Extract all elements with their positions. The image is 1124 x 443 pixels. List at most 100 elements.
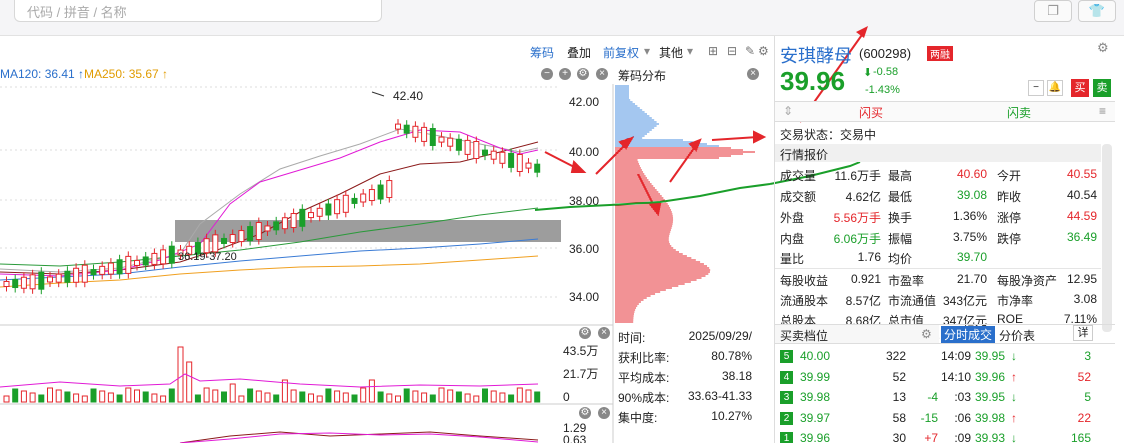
ma5-line	[0, 129, 539, 277]
volume-bar	[20, 390, 27, 403]
macd-close-icon[interactable]: ×	[598, 407, 610, 419]
divider	[775, 268, 1101, 269]
tick-price: 39.95	[975, 349, 1006, 363]
candle-body	[368, 189, 375, 202]
candle-body	[273, 221, 280, 231]
fund-label: 每股净资产	[997, 274, 1058, 288]
minimize-icon[interactable]: −	[541, 68, 553, 80]
stat-label: 获利比率:	[618, 351, 670, 365]
candle-body	[47, 276, 53, 283]
scrollbar[interactable]	[1102, 144, 1112, 332]
volume-bar	[421, 392, 428, 403]
settings-icon[interactable]: ⚙	[577, 68, 589, 80]
volume-bar	[38, 394, 45, 403]
flash-sell-button[interactable]: 闪卖	[1007, 104, 1031, 121]
candle-body	[429, 128, 436, 146]
expand-icon[interactable]: ⇕	[783, 104, 793, 118]
volume-bar	[508, 394, 515, 403]
volume-bar	[455, 391, 462, 403]
macd-settings-icon[interactable]: ⚙	[579, 407, 591, 419]
high-marker-pointer	[371, 91, 385, 97]
tick-volume: 5	[1084, 390, 1091, 404]
quote-label: 振幅	[888, 232, 913, 246]
grid-icon[interactable]: ⊞	[708, 44, 718, 58]
down-arrow-icon: ⬇	[863, 67, 873, 79]
orderbook-row[interactable]: 2 39.97 58 -15	[780, 411, 938, 429]
other-chevron-icon[interactable]: ▾	[687, 44, 693, 58]
quote-label: 内盘	[780, 232, 805, 246]
candle-body	[125, 255, 132, 274]
menu-icon[interactable]: ≡	[1099, 104, 1106, 118]
tick-price: 39.96	[975, 369, 1006, 384]
candle-body	[151, 252, 158, 265]
shirt-icon[interactable]: 👕	[1078, 0, 1116, 22]
orderbook-row[interactable]: 5 40.00 322	[780, 349, 938, 367]
orderbook-row[interactable]: 4 39.99 52	[780, 370, 938, 388]
candle-body	[99, 265, 106, 275]
search-input[interactable]: 代码 / 拼音 / 名称	[14, 0, 382, 22]
fund-label: 市盈率	[888, 274, 925, 288]
orderbook-settings-icon[interactable]: ⚙	[921, 327, 932, 341]
candle-body	[490, 150, 497, 160]
candle-body	[142, 256, 149, 266]
volume-bar	[386, 393, 393, 403]
top-bar: 代码 / 拼音 / 名称 ❐ 👕	[0, 0, 1124, 36]
candle-body	[238, 230, 245, 243]
signal-line	[179, 432, 539, 443]
other-menu[interactable]: 其他	[659, 44, 683, 61]
candle-body	[255, 222, 262, 241]
candle-body	[168, 245, 175, 264]
overlay-menu[interactable]: 叠加	[567, 44, 591, 61]
vol-settings-icon[interactable]: ⚙	[579, 327, 591, 339]
candle-body	[81, 264, 88, 283]
ma20-line	[0, 141, 539, 275]
flash-buy-button[interactable]: 闪买	[859, 104, 883, 121]
orderbook-level: 4	[780, 370, 793, 384]
layout-icon[interactable]: ⊟	[727, 44, 737, 58]
orderbook-row[interactable]: 3 39.98 13 -4	[780, 390, 938, 408]
tick-time: 14:10	[941, 369, 972, 384]
down-arrow-icon: ↓	[1011, 431, 1017, 443]
chip-close-icon[interactable]: ×	[747, 68, 759, 80]
panel-settings-icon[interactable]: ⚙	[1097, 40, 1109, 56]
vol-close-icon[interactable]: ×	[598, 327, 610, 339]
tab-time-trades[interactable]: 分时成交	[941, 326, 996, 343]
window-icon[interactable]: ❐	[1034, 0, 1072, 22]
quote-value: 1.76	[857, 250, 881, 264]
buy-button[interactable]: 买	[1071, 79, 1089, 97]
orderbook-change: +7	[924, 431, 938, 443]
candle-body	[508, 152, 515, 168]
tab-price-table[interactable]: 分价表	[999, 327, 1035, 344]
down-arrow-icon: ↓	[1011, 390, 1017, 404]
chart-toolbar: 筹码 叠加 前复权 ▾ 其他 ▾ ⊞ ⊟ ✎ ⚙	[0, 40, 769, 64]
volume-bar	[534, 391, 541, 403]
candle-body	[525, 162, 532, 169]
chip-panel-title: 筹码分布	[618, 69, 667, 83]
candle-body	[395, 123, 401, 130]
chips-toggle[interactable]: 筹码	[530, 44, 554, 61]
candle-body	[377, 184, 384, 200]
detail-button[interactable]: 详	[1073, 325, 1093, 341]
add-icon[interactable]: +	[559, 68, 571, 80]
minus-icon[interactable]: −	[1028, 80, 1044, 96]
quote-value: 40.55	[1066, 167, 1097, 181]
orderbook-row[interactable]: 1 39.96 30 +7	[780, 431, 938, 443]
candle-body	[229, 234, 236, 244]
quote-label: 外盘	[780, 211, 805, 225]
candle-body	[351, 197, 358, 204]
flash-bar	[775, 101, 1115, 122]
adjust-menu[interactable]: 前复权	[603, 44, 639, 61]
orderbook-price: 39.99	[800, 369, 831, 384]
orderbook-volume: 30	[892, 431, 906, 443]
candle-body	[3, 281, 10, 287]
draw-icon[interactable]: ✎	[745, 44, 755, 58]
adjust-chevron-icon[interactable]: ▾	[644, 44, 650, 58]
sell-button[interactable]: 卖	[1093, 79, 1111, 97]
volume-bars	[3, 346, 541, 403]
volume-bar	[490, 390, 497, 403]
volume-bar	[125, 387, 132, 403]
bell-icon[interactable]: 🔔	[1047, 80, 1063, 96]
close-icon[interactable]: ×	[596, 68, 608, 80]
volume-bar	[255, 390, 262, 403]
tick-row: 14:09 39.95 ↓ 3	[941, 349, 1101, 367]
